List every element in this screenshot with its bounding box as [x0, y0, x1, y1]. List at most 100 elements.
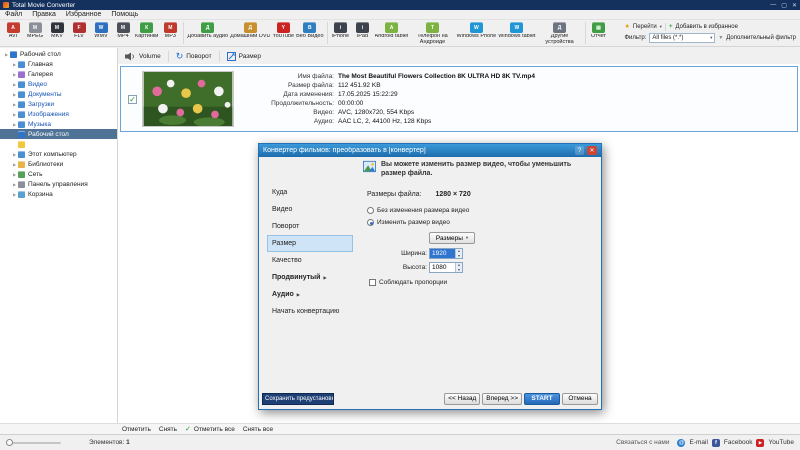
toolbar-button[interactable]: В Веб Видео	[295, 21, 324, 40]
height-stepper[interactable]: ▲ ▼	[455, 263, 462, 272]
maximize-button[interactable]: ▢	[781, 2, 787, 9]
menu-item-3[interactable]: Помощь	[111, 11, 138, 18]
toolbar-button[interactable]: Д Добавить аудио	[186, 21, 229, 40]
youtube-link[interactable]: YouTube	[768, 439, 794, 446]
unmark-button[interactable]: Снять	[159, 426, 177, 433]
dialog-nav-item-0[interactable]: Куда	[267, 184, 353, 201]
dialog-nav-label: Куда	[272, 189, 288, 196]
menu-item-1[interactable]: Правка	[32, 11, 56, 18]
dialog-nav-item-4[interactable]: Качество	[267, 252, 353, 269]
unmark-all-button[interactable]: Снять все	[243, 426, 273, 433]
mark-button[interactable]: Отметить	[122, 426, 151, 433]
file-field-label: Размер файла:	[288, 82, 334, 89]
sidebar-item-12[interactable]: ▶ Сеть	[0, 169, 117, 179]
width-input[interactable]: 1920 ▲ ▼	[429, 248, 463, 259]
toolbar-button[interactable]: F FLV	[68, 21, 90, 40]
filter-label: Фильтр:	[624, 35, 647, 41]
resize-button[interactable]: Размер	[224, 51, 264, 62]
chevron-down-icon: ▾	[465, 235, 469, 240]
toolbar-button[interactable]: Д Домашний DVD	[229, 21, 271, 40]
toolbar-button[interactable]: M MKV	[46, 21, 68, 40]
toolbar-button[interactable]: W WMV	[90, 21, 112, 40]
toolbar-button-icon: F	[72, 22, 86, 33]
sizes-dropdown-button[interactable]: Размеры ▾	[429, 232, 475, 244]
sidebar-item-9[interactable]	[0, 139, 117, 149]
email-link[interactable]: E-mail	[689, 439, 707, 446]
keep-proportions-checkbox[interactable]: Соблюдать пропорции	[369, 279, 447, 286]
sidebar-item-5[interactable]: ▶ Загрузки	[0, 99, 117, 109]
toolbar-button[interactable]: M MP3	[159, 21, 181, 40]
thumbnail-size-slider[interactable]	[6, 438, 61, 447]
toolbar-button[interactable]: i iPad	[352, 21, 374, 40]
dialog-nav-item-3[interactable]: Размер	[267, 235, 353, 252]
additional-filter-button[interactable]: Дополнительный фильтр	[726, 35, 796, 41]
radio-keep-size[interactable]: Без изменения размера видео	[367, 207, 469, 214]
back-button[interactable]: << Назад	[444, 392, 481, 405]
mark-all-button[interactable]: Отметить все	[194, 426, 235, 433]
toolbar-button[interactable]: Y YouTube	[271, 21, 295, 40]
dialog-nav-item-6[interactable]: Аудио ▶	[267, 286, 353, 303]
help-button[interactable]: ?	[575, 146, 584, 155]
sidebar-item-3[interactable]: ▶ Видео	[0, 79, 117, 89]
dialog-nav-item-1[interactable]: Видео	[267, 201, 353, 218]
toolbar-button[interactable]: i iPhone	[330, 21, 352, 40]
sidebar-item-4[interactable]: ▶ Документы	[0, 89, 117, 99]
rotate-button[interactable]: ↻ Поворот	[173, 51, 215, 62]
slider-handle[interactable]	[6, 439, 13, 446]
forward-button[interactable]: Вперед >>	[482, 392, 522, 405]
toolbar-button[interactable]: A Android tablet	[374, 21, 410, 40]
sidebar-item-13[interactable]: ▶ Панель управления	[0, 179, 117, 189]
filter-select[interactable]: All files (*.*) ▾	[649, 33, 716, 43]
toolbar-button[interactable]: M MP4	[112, 21, 134, 40]
dialog-nav-item-5[interactable]: Продвинутый ▶	[267, 269, 353, 286]
sidebar-item-1[interactable]: ▶ Главная	[0, 59, 117, 69]
toolbar-button[interactable]: Т Телефон на Андроиде	[409, 21, 455, 45]
cancel-button[interactable]: Отмена	[562, 392, 598, 405]
sidebar-item-0[interactable]: ▶ Рабочий стол	[0, 49, 117, 59]
file-item[interactable]: ✓ Имя файла: The Most Beautiful Flowers C…	[120, 66, 798, 132]
toolbar-button-icon: В	[303, 22, 317, 33]
volume-button[interactable]: Volume	[122, 51, 164, 62]
go-button[interactable]: Перейти	[633, 24, 657, 30]
toolbar-separator	[584, 22, 586, 44]
save-preset-input[interactable]: Сохранить предустановки	[262, 392, 334, 405]
menu-item-0[interactable]: Файл	[5, 11, 22, 18]
radio-resize[interactable]: Изменить размер видео	[367, 219, 450, 226]
sidebar-item-2[interactable]: ▶ Галерея	[0, 69, 117, 79]
volume-label: Volume	[139, 52, 161, 60]
toolbar-button[interactable]: W Windows tablet	[497, 21, 536, 40]
facebook-link[interactable]: Facebook	[724, 439, 753, 446]
contact-label: Связаться с нами	[616, 439, 670, 446]
sidebar-item-14[interactable]: ▶ Корзина	[0, 189, 117, 199]
minimize-button[interactable]: —	[770, 2, 776, 9]
sidebar-item-label: Документы	[28, 90, 62, 98]
toolbar-button[interactable]: К Картинки	[134, 21, 159, 40]
toolbar-button[interactable]: A AVI	[2, 21, 24, 40]
sidebar-item-11[interactable]: ▶ Библиотеки	[0, 159, 117, 169]
add-favorite-button[interactable]: Добавить в избранное	[675, 24, 737, 30]
file-checkbox-checked[interactable]: ✓	[128, 94, 137, 104]
items-count: Элементов: 1	[89, 439, 130, 446]
sidebar-item-10[interactable]: ▶ Этот компьютер	[0, 149, 117, 159]
file-field-value: The Most Beautiful Flowers Collection 8K…	[338, 73, 535, 80]
toolbar-button[interactable]: M MPEG	[24, 21, 46, 40]
close-icon[interactable]: ✕	[587, 146, 597, 155]
dialog-nav-item-2[interactable]: Поворот	[267, 218, 353, 235]
menu-item-2[interactable]: Избранное	[66, 11, 101, 18]
chevron-down-icon[interactable]: ▾	[660, 24, 662, 30]
resize-icon	[226, 51, 236, 61]
toolbar-button[interactable]: W Windows Phone	[455, 21, 497, 40]
sidebar-item-8[interactable]: Рабочий стол	[0, 129, 117, 139]
dialog-titlebar[interactable]: Конвертер фильмов: преобразовать в [конв…	[259, 144, 601, 157]
sidebar-item-6[interactable]: ▶ Изображения	[0, 109, 117, 119]
width-stepper[interactable]: ▲ ▼	[455, 249, 462, 258]
sidebar-item-7[interactable]: ▶ Музыка	[0, 119, 117, 129]
report-button[interactable]: ▤ Отчет	[588, 21, 610, 40]
toolbar-button-label: iPhone	[331, 34, 350, 39]
dialog-nav-item-7[interactable]: Начать конвертацию	[267, 303, 353, 320]
start-button[interactable]: START	[524, 392, 560, 405]
height-input[interactable]: 1080 ▲ ▼	[429, 262, 463, 273]
device-buttons-group: i iPhone i iPad A Android tablet Т Телефон на А…	[330, 21, 583, 45]
close-button[interactable]: ✕	[792, 2, 797, 9]
toolbar-button[interactable]: Д Другие устройства	[537, 21, 583, 45]
